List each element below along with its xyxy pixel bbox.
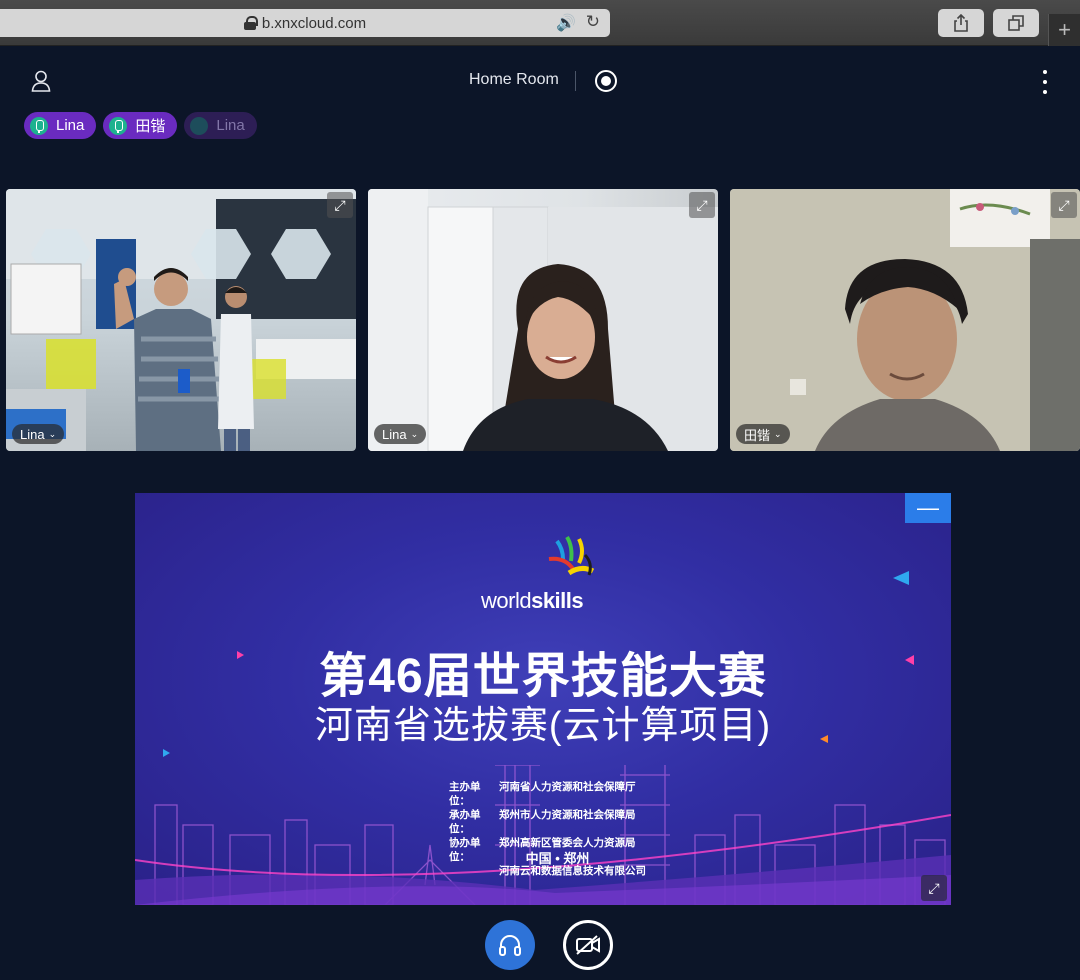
video-name-tag[interactable]: 田锴 ⌄ [736, 424, 790, 444]
decorative-triangle [820, 735, 828, 743]
organizer-row: 承办单位： 郑州市人力资源和社会保障局 [449, 809, 636, 835]
organizer-row: 主办单位： 河南省人力资源和社会保障厅 [449, 781, 636, 807]
expand-icon[interactable]: ⤢ [689, 192, 715, 218]
worldskills-logo-mark [548, 535, 595, 576]
speaker-icon[interactable]: 🔊 [556, 13, 576, 33]
video-feed [6, 189, 356, 451]
microphone-icon [30, 116, 48, 135]
participant-name: Lina [56, 117, 85, 134]
camera-toggle-button[interactable] [563, 920, 613, 970]
expand-icon[interactable]: ⤢ [921, 875, 947, 901]
video-tile[interactable]: ⤢ Lina ⌄ [368, 189, 718, 451]
minus-icon: — [917, 495, 939, 520]
video-name: 田锴 [744, 427, 771, 443]
address-bar[interactable]: b.xnxcloud.com 🔊 ↻ [0, 9, 610, 37]
user-icon[interactable] [31, 70, 51, 92]
browser-toolbar: b.xnxcloud.com 🔊 ↻ + [0, 0, 1080, 46]
participant-name: Lina [216, 117, 245, 134]
more-options-icon[interactable] [1040, 70, 1050, 94]
share-icon [954, 14, 968, 32]
chevron-down-icon: ⌄ [774, 428, 782, 439]
expand-icon[interactable]: ⤢ [327, 192, 353, 218]
participant-list: Lina 田锴 Lina [24, 112, 257, 139]
new-tab-button[interactable]: + [1048, 14, 1080, 46]
video-tile[interactable]: ⤢ 田锴 ⌄ [730, 189, 1080, 451]
room-title: Home Room [469, 71, 559, 88]
video-name: Lina [20, 426, 45, 442]
microphone-icon [109, 116, 128, 135]
share-button[interactable] [938, 9, 984, 37]
participant-name: 田锴 [135, 118, 166, 135]
chevron-down-icon: ⌄ [48, 428, 57, 439]
title-divider [575, 71, 576, 91]
expand-icon[interactable]: ⤢ [1051, 192, 1077, 218]
url-text: b.xnxcloud.com [261, 14, 367, 32]
video-feed [368, 189, 718, 451]
plus-icon: + [1058, 17, 1071, 42]
headphones-icon [499, 935, 521, 956]
video-name-tag[interactable]: Lina ⌄ [374, 424, 427, 444]
decorative-triangle [905, 655, 914, 665]
slide-location: 中国 • 郑州 [525, 851, 590, 866]
tabs-button[interactable] [993, 9, 1039, 37]
audio-button[interactable] [485, 920, 535, 970]
participant-chip[interactable]: Lina [24, 112, 97, 139]
reload-icon[interactable]: ↻ [586, 12, 600, 32]
minimize-button[interactable]: — [905, 493, 951, 523]
worldskills-logo: worldskills [481, 588, 584, 613]
video-name: Lina [382, 426, 407, 442]
tabs-icon [1008, 15, 1024, 31]
record-icon[interactable] [595, 70, 617, 92]
camera-off-icon [576, 935, 600, 955]
slide-subtitle: 河南省选拔赛(云计算项目) [314, 705, 772, 747]
shared-presentation[interactable]: worldskills 第46届世界技能大赛 河南省选拔赛(云计算项目) 主办单… [135, 493, 951, 905]
decorative-triangle [237, 651, 244, 659]
decorative-triangle [893, 571, 909, 585]
video-feed [730, 189, 1080, 451]
status-dot [190, 116, 209, 135]
decorative-triangle [163, 749, 170, 757]
meeting-app: Home Room Lina 田锴 Lina ⤢ Lina ⌄ ⤢ Lina ⌄… [4, 46, 1080, 980]
participant-chip[interactable]: 田锴 [103, 112, 178, 139]
video-tile[interactable]: ⤢ Lina ⌄ [6, 189, 356, 451]
video-name-tag[interactable]: Lina ⌄ [12, 424, 65, 444]
participant-chip[interactable]: Lina [184, 112, 257, 139]
lock-icon [243, 16, 258, 30]
chevron-down-icon: ⌄ [410, 428, 419, 439]
